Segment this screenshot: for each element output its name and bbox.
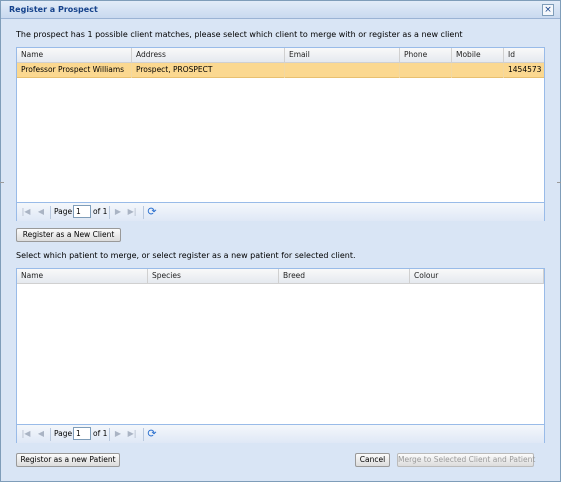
column-header-species[interactable]: Species	[148, 269, 279, 284]
page-count-label: of 1	[93, 207, 108, 216]
client-grid-pager: |◀ ◀ Page of 1 ▶ ▶| ⟳	[17, 202, 544, 221]
column-header-name[interactable]: Name	[17, 48, 132, 63]
prev-page-icon[interactable]: ◀	[36, 429, 46, 439]
refresh-icon[interactable]: ⟳	[146, 428, 158, 440]
client-match-message: The prospect has 1 possible client match…	[16, 30, 463, 39]
table-row[interactable]: Professor Prospect Williams Prospect, PR…	[17, 63, 544, 78]
close-icon[interactable]: ×	[542, 4, 554, 16]
page-number-input[interactable]	[73, 427, 91, 440]
last-page-icon[interactable]: ▶|	[127, 207, 137, 217]
last-page-icon[interactable]: ▶|	[127, 429, 137, 439]
cancel-button[interactable]: Cancel	[355, 453, 390, 467]
client-phone-cell	[400, 63, 452, 78]
column-header-mobile[interactable]: Mobile	[452, 48, 504, 63]
next-page-icon[interactable]: ▶	[113, 429, 123, 439]
register-new-patient-button[interactable]: Registor as a new Patient	[16, 453, 120, 467]
page-number-input[interactable]	[73, 205, 91, 218]
client-address-cell: Prospect, PROSPECT	[132, 63, 285, 78]
merge-button[interactable]: Merge to Selected Client and Patient	[397, 453, 535, 467]
column-header-phone[interactable]: Phone	[400, 48, 452, 63]
client-mobile-cell	[452, 63, 504, 78]
page-count-label: of 1	[93, 429, 108, 438]
column-header-colour[interactable]: Colour	[410, 269, 544, 284]
client-email-cell	[285, 63, 400, 78]
page-label: Page	[54, 207, 73, 216]
column-header-breed[interactable]: Breed	[279, 269, 410, 284]
pager-separator	[143, 428, 144, 441]
column-header-email[interactable]: Email	[285, 48, 400, 63]
background-divider-right	[557, 182, 561, 183]
next-page-icon[interactable]: ▶	[113, 207, 123, 217]
refresh-icon[interactable]: ⟳	[146, 206, 158, 218]
prev-page-icon[interactable]: ◀	[36, 207, 46, 217]
pager-separator	[109, 428, 110, 441]
pager-separator	[143, 206, 144, 219]
client-grid-header: Name Address Email Phone Mobile Id	[17, 48, 544, 63]
page-label: Page	[54, 429, 73, 438]
first-page-icon[interactable]: |◀	[21, 207, 31, 217]
client-id-cell: 1454573	[508, 65, 542, 74]
patient-merge-message: Select which patient to merge, or select…	[16, 251, 356, 260]
register-prospect-dialog: Register a Prospect × The prospect has 1…	[0, 0, 561, 482]
column-header-id[interactable]: Id	[504, 48, 544, 63]
column-header-address[interactable]: Address	[132, 48, 285, 63]
patient-grid-body	[17, 284, 544, 423]
first-page-icon[interactable]: |◀	[21, 429, 31, 439]
dialog-title: Register a Prospect	[9, 5, 98, 14]
dialog-titlebar[interactable]: Register a Prospect ×	[1, 1, 560, 19]
pager-separator	[50, 206, 51, 219]
patient-grid: Name Species Breed Colour |◀ ◀ Page of 1…	[16, 268, 545, 443]
background-divider-left	[0, 182, 4, 183]
client-grid: Name Address Email Phone Mobile Id Profe…	[16, 47, 545, 221]
client-name-cell: Professor Prospect Williams	[17, 63, 132, 78]
column-header-name[interactable]: Name	[17, 269, 148, 284]
patient-grid-header: Name Species Breed Colour	[17, 269, 544, 284]
patient-grid-pager: |◀ ◀ Page of 1 ▶ ▶| ⟳	[17, 424, 544, 443]
register-new-client-button[interactable]: Register as a New Client	[16, 228, 121, 242]
pager-separator	[109, 206, 110, 219]
pager-separator	[50, 428, 51, 441]
